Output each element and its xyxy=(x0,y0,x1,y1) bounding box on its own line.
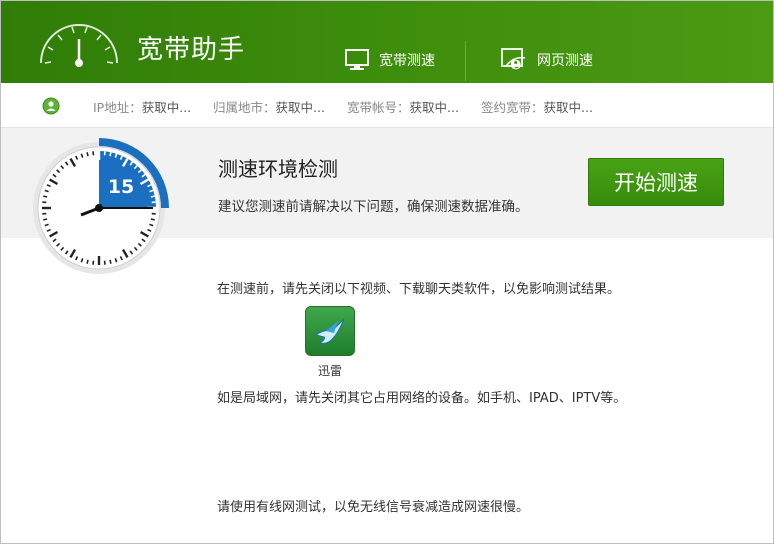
close-software-tip: 在测速前，请先关闭以下视频、下载聊天类软件，以免影响测试结果。 xyxy=(217,282,621,297)
xunlei-bird-icon xyxy=(305,306,355,356)
xunlei-label: 迅雷 xyxy=(317,364,342,378)
tab-broadband-label: 宽带测速 xyxy=(379,53,435,69)
countdown-number: 15 xyxy=(108,176,134,198)
svg-text:e: e xyxy=(510,53,521,72)
countdown-clock-icon: 15 xyxy=(33,138,169,274)
header: 宽带助手 宽带测速 e 网页测速 xyxy=(1,1,773,83)
check-subtitle: 建议您测速前请解决以下问题，确保测速数据准确。 xyxy=(218,199,529,215)
info-ip-address: IP地址：获取中... xyxy=(93,100,192,115)
wired-tip: 请使用有线网测试，以免无线信号衰减造成网速很慢。 xyxy=(217,500,530,515)
tab-broadband-speed-test[interactable]: 宽带测速 xyxy=(345,45,435,75)
speedometer-logo-icon xyxy=(40,24,118,67)
info-contract-bandwidth: 签约宽带：获取中... xyxy=(481,100,593,115)
info-bar: IP地址：获取中... 归属地市：获取中... 宽带帐号：获取中... 签约宽带… xyxy=(1,83,773,128)
app-window: 宽带助手 宽带测速 e 网页测速 IP地址：获取中... 归属地市：获取中...… xyxy=(0,0,774,544)
user-status-icon xyxy=(42,97,60,115)
info-city: 归属地市：获取中... xyxy=(213,100,325,115)
app-title: 宽带助手 xyxy=(137,35,246,65)
monitor-icon xyxy=(345,49,369,70)
check-title: 测速环境检测 xyxy=(218,157,338,181)
start-test-button[interactable]: 开始测速 xyxy=(588,158,724,206)
info-broadband-account: 宽带帐号：获取中... xyxy=(347,100,459,115)
lan-tip: 如是局域网，请先关闭其它占用网络的设备。如手机、IPAD、IPTV等。 xyxy=(217,391,627,406)
tab-web-speed-test[interactable]: e 网页测速 xyxy=(501,45,593,75)
nav-divider xyxy=(465,41,466,81)
xunlei-app: 迅雷 xyxy=(305,306,355,379)
tab-web-label: 网页测速 xyxy=(537,53,593,69)
browser-ie-icon: e xyxy=(501,48,526,72)
